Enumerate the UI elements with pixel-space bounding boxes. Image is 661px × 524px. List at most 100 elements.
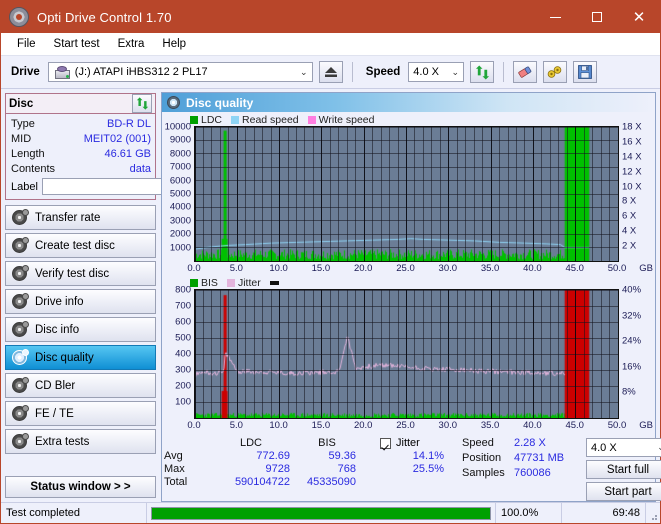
disc-icon xyxy=(12,293,29,309)
x-tick-label: 30.0 xyxy=(438,263,458,274)
stats-row-max-jitter: 25.5% xyxy=(412,463,444,475)
sidebar-item-create-test-disc[interactable]: Create test disc xyxy=(5,233,156,258)
sidebar-item-label: Verify test disc xyxy=(35,267,110,280)
bis-jitter-chart: 100 200 300 400 500 600 700 800 8% 16% 24% 32% 40% … xyxy=(164,285,653,433)
x-tick-label: 5.0 xyxy=(229,263,243,274)
refresh-button[interactable] xyxy=(470,61,495,83)
body: Disc Type BD-R DL MID MEIT02 (001) Lengt… xyxy=(1,89,661,502)
y2-tick-label: 40% xyxy=(622,284,642,296)
menu-extra[interactable]: Extra xyxy=(110,36,153,52)
y2-tick-label: 32% xyxy=(622,310,642,322)
legend-label: Jitter xyxy=(237,276,261,289)
content: Disc quality LDC Read speed Write speed … xyxy=(159,89,661,502)
x-tick-label: 45.0 xyxy=(565,420,584,431)
jitter-checkbox[interactable] xyxy=(380,437,391,449)
test-speed-value: 4.0 X xyxy=(591,441,617,454)
bis-chart-y2-axis: 8% 16% 24% 32% 40% xyxy=(619,285,653,419)
stats-row-total-ldc: 590104722 xyxy=(234,476,290,488)
x-tick-label: 0.0 xyxy=(187,263,201,274)
disc-refresh-button[interactable] xyxy=(132,94,152,113)
y2-tick-label: 10 X xyxy=(622,181,642,193)
sidebar-item-label: Disc info xyxy=(35,323,80,336)
readout-position-value: 47731 MB xyxy=(514,452,565,464)
disc-row-length: Length 46.61 GB xyxy=(11,146,151,161)
y2-tick-label: 8 X xyxy=(622,195,637,207)
menu-start-test[interactable]: Start test xyxy=(46,36,108,52)
test-speed-select[interactable]: 4.0 X ⌄ xyxy=(586,438,661,457)
sidebar-item-extra-tests[interactable]: Extra tests xyxy=(5,429,156,454)
stats-row-avg-ldc: 772.69 xyxy=(256,450,290,462)
drive-select[interactable]: (J:) ATAPI iHBS312 2 PL17 ⌄ xyxy=(47,62,313,82)
start-part-button[interactable]: Start part xyxy=(586,482,661,501)
speed-select[interactable]: 4.0 X ⌄ xyxy=(408,62,465,82)
sidebar-item-fe-te[interactable]: FE / TE xyxy=(5,401,156,426)
ldc-chart-plot-area xyxy=(194,126,619,262)
disc-row-contents: Contents data xyxy=(11,161,151,176)
menu-help[interactable]: Help xyxy=(154,36,194,52)
disc-icon xyxy=(12,321,29,337)
sidebar-item-drive-info[interactable]: Drive info xyxy=(5,289,156,314)
start-full-button[interactable]: Start full xyxy=(586,460,661,479)
wrench-icon xyxy=(547,66,562,78)
stats-bar: LDC BIS Jitter Avg 772.69 59.36 14.1% Ma… xyxy=(162,434,661,501)
x-tick-label: 30.0 xyxy=(438,420,458,431)
sidebar-item-cd-bler[interactable]: CD Bler xyxy=(5,373,156,398)
y2-tick-label: 14 X xyxy=(622,151,642,163)
speed-label: Speed xyxy=(365,66,401,78)
eject-button[interactable] xyxy=(318,61,343,83)
toolbar-separator-2 xyxy=(503,62,505,82)
sidebar-item-label: CD Bler xyxy=(35,379,76,392)
y2-tick-label: 18 X xyxy=(622,121,642,133)
ldc-chart-x-axis: 0.0 5.0 10.0 15.0 20.0 25.0 30.0 35.0 40.0 45.0 50… xyxy=(187,262,653,276)
sidebar-item-transfer-rate[interactable]: Transfer rate xyxy=(5,205,156,230)
save-button[interactable] xyxy=(573,61,598,83)
refresh-icon xyxy=(136,97,148,110)
sidebar-item-label: Disc quality xyxy=(35,351,94,364)
sidebar-item-label: Transfer rate xyxy=(35,211,101,224)
status-window-button[interactable]: Status window > > xyxy=(5,476,156,498)
menu-file[interactable]: File xyxy=(9,36,44,52)
y-tick-label: 600 xyxy=(175,316,191,328)
readout-position-key: Position xyxy=(462,452,502,464)
sidebar-item-verify-test-disc[interactable]: Verify test disc xyxy=(5,261,156,286)
x-axis-unit: GB xyxy=(639,263,653,274)
y-tick-label: 10000 xyxy=(164,121,191,133)
title-bar: Opti Drive Control 1.70 ✕ xyxy=(1,1,660,33)
x-tick-label: 15.0 xyxy=(311,263,331,274)
y-tick-label: 300 xyxy=(175,364,191,376)
sidebar-item-disc-quality[interactable]: Disc quality xyxy=(5,345,156,370)
readout-panel: Speed 2.28 X Position 47731 MB Samples 7… xyxy=(454,437,661,501)
disc-row-length-key: Length xyxy=(11,147,45,160)
erase-button[interactable] xyxy=(513,61,538,83)
y-tick-label: 500 xyxy=(175,332,191,344)
disc-row-contents-key: Contents xyxy=(11,162,56,175)
disc-info-panel: Disc Type BD-R DL MID MEIT02 (001) Lengt… xyxy=(5,93,245,200)
legend-write-speed: Write speed xyxy=(307,114,375,126)
progress-percent: 100.0% xyxy=(496,503,562,523)
chevron-down-icon: ⌄ xyxy=(451,66,460,77)
quick-erase-button[interactable] xyxy=(543,61,568,83)
sidebar-nav: Transfer rate Create test disc Verify te… xyxy=(5,205,156,454)
disc-icon xyxy=(12,433,29,449)
disc-icon xyxy=(12,237,29,253)
drive-icon xyxy=(54,65,70,79)
maximize-button[interactable] xyxy=(576,1,618,33)
resize-grip[interactable] xyxy=(646,503,660,523)
stats-table: LDC BIS Jitter Avg 772.69 59.36 14.1% Ma… xyxy=(164,437,454,501)
disc-icon xyxy=(12,377,29,393)
disc-row-length-value: 46.61 GB xyxy=(104,147,151,160)
readout-speed-key: Speed xyxy=(462,437,494,449)
stats-header-bis: BIS xyxy=(318,437,336,449)
readout-samples-key: Samples xyxy=(462,467,505,479)
jitter-label: Jitter xyxy=(396,437,420,449)
jitter-toggle[interactable]: Jitter xyxy=(378,437,448,449)
sidebar-item-label: Create test disc xyxy=(35,239,115,252)
x-tick-label: 40.0 xyxy=(523,263,542,274)
y-tick-label: 1000 xyxy=(169,242,191,254)
close-button[interactable]: ✕ xyxy=(618,1,660,33)
disc-row-mid-value: MEIT02 (001) xyxy=(83,132,151,145)
sidebar-item-disc-info[interactable]: Disc info xyxy=(5,317,156,342)
menu-bar: File Start test Extra Help xyxy=(1,33,660,56)
readout-speed-value: 2.28 X xyxy=(514,437,546,449)
minimize-button[interactable] xyxy=(534,1,576,33)
